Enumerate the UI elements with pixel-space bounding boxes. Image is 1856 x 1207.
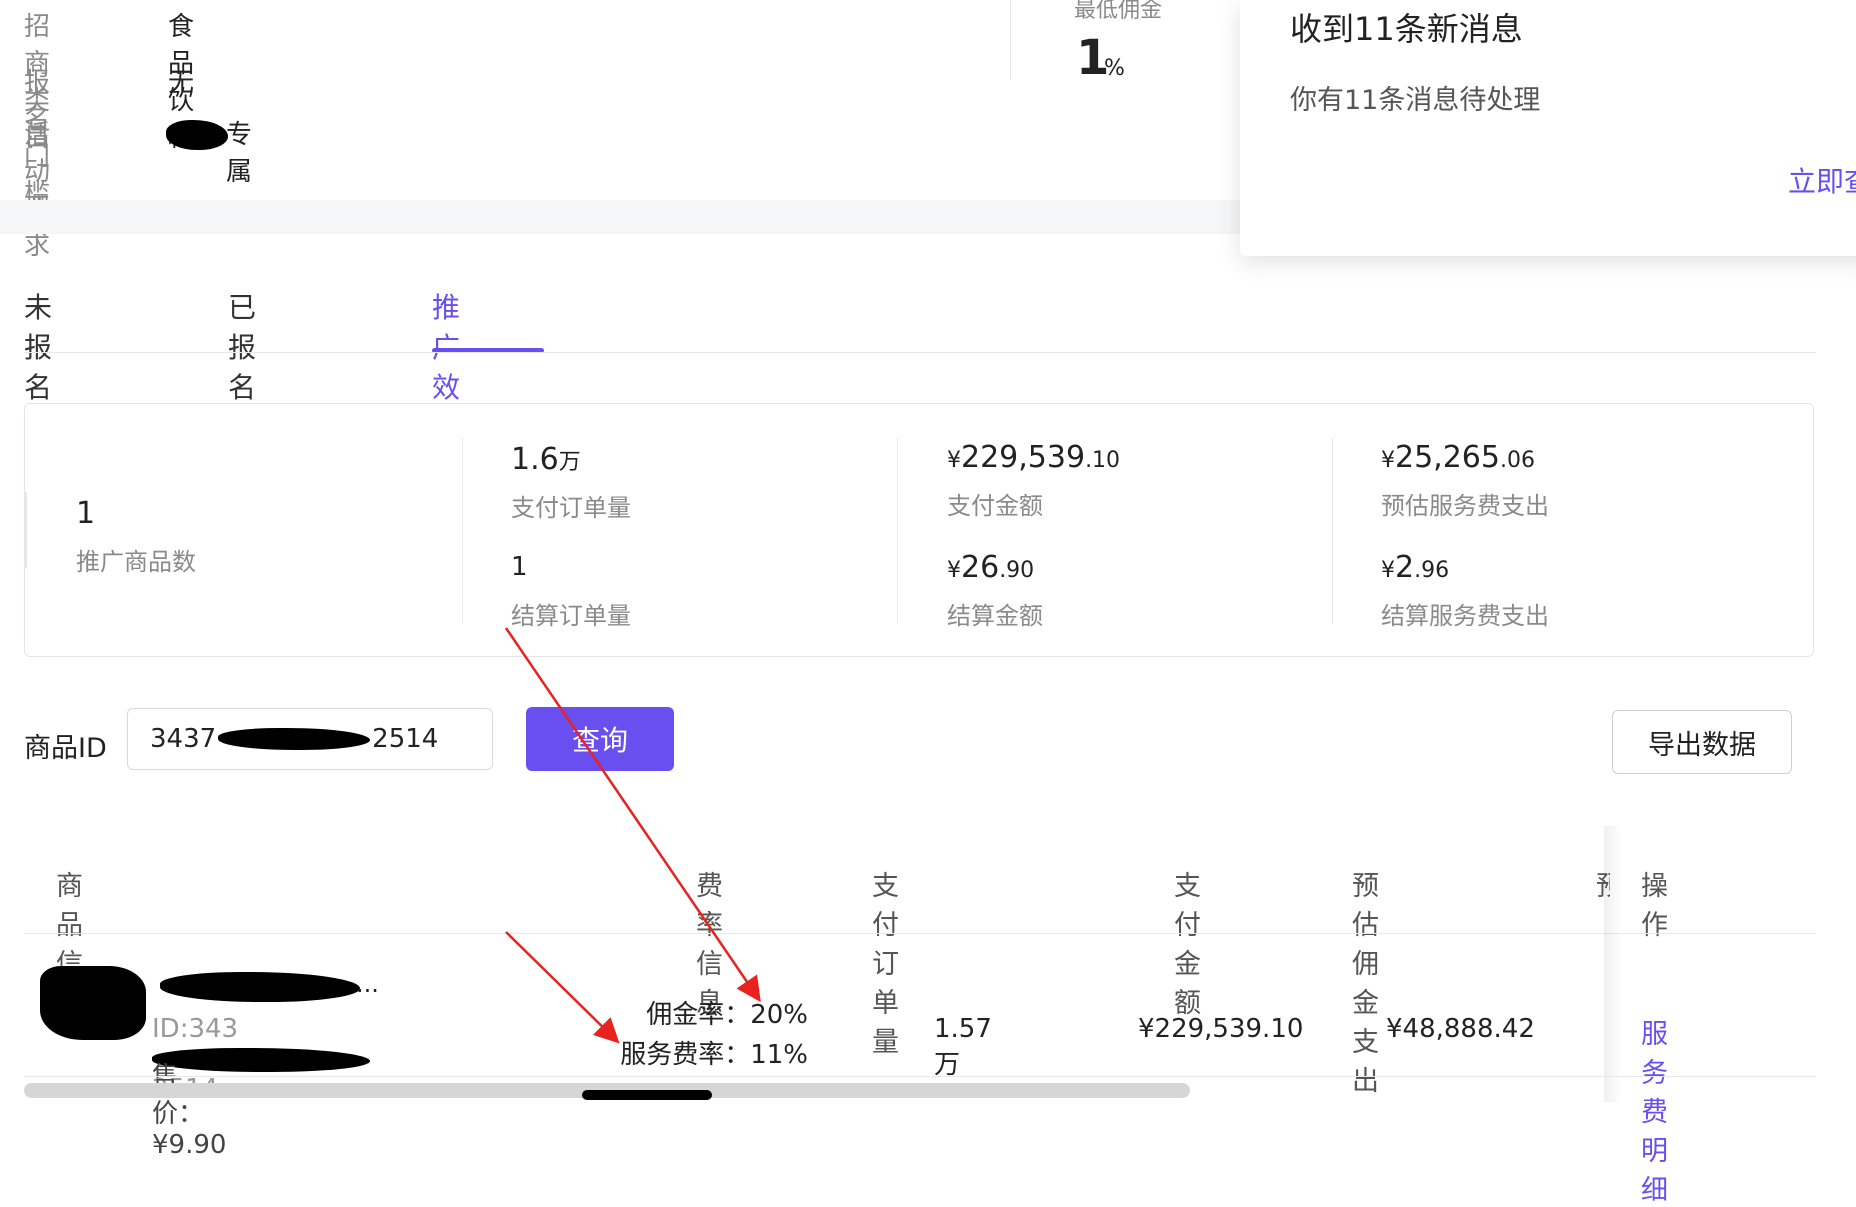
annotation-arrows <box>504 627 761 1044</box>
annotation-arrow <box>504 627 761 1003</box>
annotation-arrow <box>505 931 620 1044</box>
